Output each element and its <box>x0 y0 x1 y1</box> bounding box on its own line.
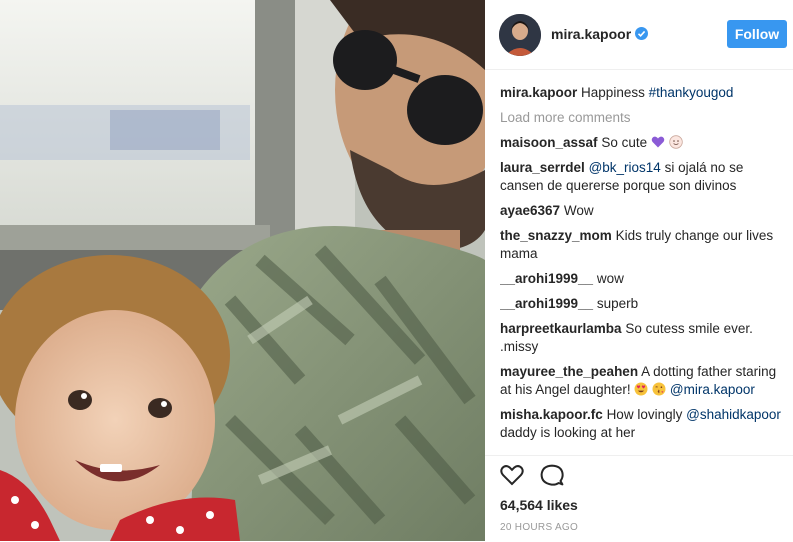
caption-text: Happiness <box>581 85 645 100</box>
comment-bubble-icon[interactable] <box>539 462 565 488</box>
comment-username[interactable]: maisoon_assaf <box>500 135 598 150</box>
header-username[interactable]: mira.kapoor <box>551 26 631 42</box>
caption-username[interactable]: mira.kapoor <box>500 85 577 100</box>
heart-eyes-icon <box>634 382 648 396</box>
comment-text: superb <box>596 296 639 311</box>
comment-username[interactable]: mayuree_the_peahen <box>500 364 638 379</box>
post-timestamp[interactable]: 20 HOURS AGO <box>500 522 578 533</box>
kissing-face-icon <box>652 382 666 396</box>
comment-text: wow <box>596 271 624 286</box>
comment-username[interactable]: the_snazzy_mom <box>500 228 612 243</box>
photo-illustration <box>0 0 485 541</box>
follow-button[interactable]: Follow <box>727 20 787 48</box>
comment-text: Wow <box>563 203 594 218</box>
purple-heart-icon <box>651 136 665 148</box>
comment-item: laura_serrdel @bk_rios14 si ojalá no se … <box>500 159 785 195</box>
comment-item: misha.kapoor.fc How lovingly @shahidkapo… <box>500 406 785 442</box>
comment-item: maisoon_assaf So cute <box>500 134 785 152</box>
post-side-panel: mira.kapoor Follow mira.kapoor Happiness… <box>485 0 793 541</box>
comment-username[interactable]: misha.kapoor.fc <box>500 407 603 422</box>
comment-username[interactable]: __arohi1999__ <box>500 271 593 286</box>
comment-item: harpreetkaurlamba So cutess smile ever. … <box>500 320 785 356</box>
post-header: mira.kapoor Follow <box>485 0 793 70</box>
avatar[interactable] <box>499 14 541 56</box>
comment-text: So cute <box>601 135 648 150</box>
comment-username[interactable]: __arohi1999__ <box>500 296 593 311</box>
smiling-face-icon <box>668 135 683 149</box>
comments-list: mira.kapoor Happiness #thankyougod Load … <box>500 84 785 454</box>
verified-badge-icon <box>635 27 648 40</box>
post-actions: 64,564 likes 20 HOURS AGO <box>485 455 793 542</box>
load-more-comments-link[interactable]: Load more comments <box>500 109 785 127</box>
comment-mention[interactable]: @shahidkapoor <box>686 407 781 422</box>
caption-hashtag[interactable]: #thankyougod <box>649 85 734 100</box>
like-heart-icon[interactable] <box>499 462 525 488</box>
comment-item: mayuree_the_peahen A dotting father star… <box>500 363 785 399</box>
comment-item: ayae6367 Wow <box>500 202 785 220</box>
comment-text: How lovingly <box>606 407 683 422</box>
comment-item: the_snazzy_mom Kids truly change our liv… <box>500 227 785 263</box>
comment-mention[interactable]: @bk_rios14 <box>589 160 661 175</box>
likes-count[interactable]: 64,564 likes <box>500 497 578 513</box>
post-photo[interactable] <box>0 0 485 541</box>
comment-item: __arohi1999__ wow <box>500 270 785 288</box>
comment-item: __arohi1999__ superb <box>500 295 785 313</box>
comment-username[interactable]: harpreetkaurlamba <box>500 321 622 336</box>
comment-mention[interactable]: @mira.kapoor <box>670 382 755 397</box>
post-caption: mira.kapoor Happiness #thankyougod <box>500 84 785 102</box>
instagram-post: mira.kapoor Follow mira.kapoor Happiness… <box>0 0 793 541</box>
comment-text: daddy is looking at her <box>500 425 636 440</box>
comment-username[interactable]: laura_serrdel <box>500 160 585 175</box>
comment-username[interactable]: ayae6367 <box>500 203 560 218</box>
